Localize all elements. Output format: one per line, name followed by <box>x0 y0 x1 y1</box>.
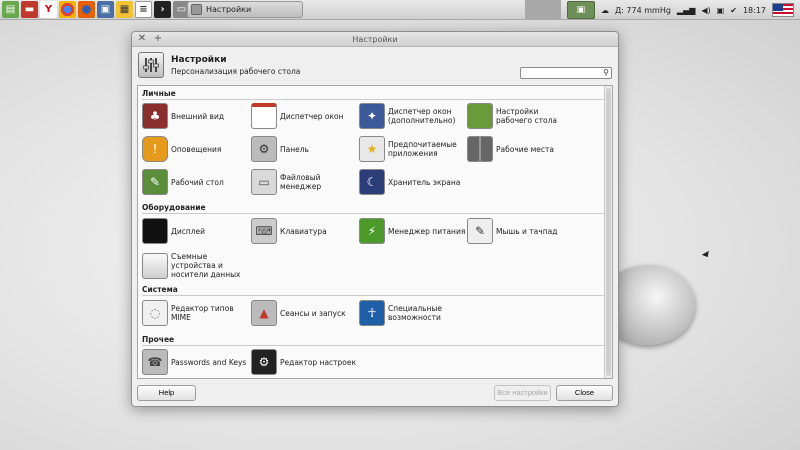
settings-item-file-manager[interactable]: ▭ Файловый менеджер <box>251 169 360 195</box>
settings-item-display[interactable]: Дисплей <box>142 218 205 244</box>
mouse-touchpad-icon: ✎ <box>467 218 493 244</box>
keyboard-layout-flag-icon[interactable] <box>772 3 794 17</box>
settings-window: ✕ + Настройки Настройки Персонализация р… <box>131 31 619 407</box>
page-subtitle: Персонализация рабочего стола <box>171 66 301 76</box>
section-other-header: Прочее <box>142 335 175 344</box>
search-icon[interactable]: ⚲ <box>603 68 609 77</box>
yandex-browser-icon[interactable]: Y <box>40 1 57 18</box>
system-tray: ▣ ☁ Д: 774 mmHg ▂▄▆ ◀) ▣ ✔ 18:17 <box>524 0 800 20</box>
settings-item-settings-editor[interactable]: ⚙ Редактор настроек <box>251 349 356 375</box>
mouse-cursor-icon <box>701 250 712 260</box>
settings-header: Настройки Персонализация рабочего стола … <box>132 47 618 83</box>
section-personal-header: Личные <box>142 89 176 98</box>
settings-item-mime-editor[interactable]: ◌ Редактор типов MIME <box>142 300 251 326</box>
notifications-icon: ! <box>142 136 168 162</box>
settings-item-desktop[interactable]: ✎ Рабочий стол <box>142 169 224 195</box>
search-input[interactable] <box>520 67 612 79</box>
section-divider <box>142 213 604 214</box>
chrome-icon[interactable] <box>59 1 76 18</box>
settings-editor-icon: ⚙ <box>251 349 277 375</box>
section-system-header: Система <box>142 285 178 294</box>
removable-drives-icon <box>142 252 168 279</box>
settings-sliders-icon <box>138 52 164 78</box>
settings-item-window-manager[interactable]: Диспетчер окон <box>251 103 344 129</box>
taskbar-window-button[interactable]: Настройки <box>187 1 303 18</box>
preferred-apps-icon: ★ <box>359 136 385 162</box>
show-desktop-icon[interactable]: ▬ <box>21 1 38 18</box>
workspaces-icon <box>467 136 493 162</box>
window-titlebar[interactable]: ✕ + Настройки <box>132 32 618 47</box>
settings-item-desktop-settings[interactable]: Настройки рабочего стола <box>467 103 576 129</box>
top-panel: ▤ ▬ Y ▣ ▦ ≡ › ▭ Настройки ▣ ☁ Д: 774 mmH… <box>0 0 800 20</box>
firefox-icon[interactable] <box>78 1 95 18</box>
help-button[interactable]: Help <box>137 385 196 401</box>
window-manager-advanced-icon: ✦ <box>359 103 385 129</box>
file-manager-icon: ▭ <box>251 169 277 195</box>
settings-item-screensaver[interactable]: ☾ Хранитель экрана <box>359 169 460 195</box>
power-manager-icon: ⚡ <box>359 218 385 244</box>
settings-panel: Личные ♣ Внешний вид Диспетчер окон ✦ Ди… <box>137 85 613 379</box>
settings-item-keyboard[interactable]: ⌨ Клавиатура <box>251 218 327 244</box>
close-icon[interactable]: ✕ <box>136 33 148 45</box>
accessibility-icon: ☥ <box>359 300 385 326</box>
close-button[interactable]: Close <box>556 385 613 401</box>
settings-window-icon <box>191 4 202 15</box>
volume-icon[interactable]: ◀) <box>701 6 710 15</box>
session-startup-icon: ▲ <box>251 300 277 326</box>
weather-readout[interactable]: Д: 774 mmHg <box>615 6 671 15</box>
desktop-settings-icon <box>467 103 493 129</box>
taskbar-window-label: Настройки <box>206 5 252 14</box>
all-settings-button[interactable]: Все настройки <box>494 385 551 401</box>
files-icon[interactable]: ▣ <box>97 1 114 18</box>
settings-item-panel[interactable]: ⚙ Панель <box>251 136 309 162</box>
screensaver-icon: ☾ <box>359 169 385 195</box>
network-signal-icon[interactable]: ▂▄▆ <box>677 6 695 15</box>
settings-item-power-manager[interactable]: ⚡ Менеджер питания <box>359 218 465 244</box>
page-title: Настройки <box>171 54 227 65</box>
vertical-scrollbar[interactable] <box>604 86 612 378</box>
text-editor-icon[interactable]: ≡ <box>135 1 152 18</box>
weather-cloud-icon[interactable]: ☁ <box>601 6 609 15</box>
clock[interactable]: 18:17 <box>743 6 766 15</box>
passwords-keys-icon: ☎ <box>142 349 168 375</box>
menu-icon[interactable]: ▤ <box>2 1 19 18</box>
settings-item-session-startup[interactable]: ▲ Сеансы и запуск <box>251 300 346 326</box>
section-hardware-header: Оборудование <box>142 203 206 212</box>
settings-item-accessibility[interactable]: ☥ Специальные возможности <box>359 300 468 326</box>
desktop-icon: ✎ <box>142 169 168 195</box>
panel-icon: ⚙ <box>251 136 277 162</box>
tray-applet-icon[interactable]: ▣ <box>566 1 595 19</box>
section-divider <box>142 345 604 346</box>
calendar-icon[interactable]: ▦ <box>116 1 133 18</box>
keyboard-icon: ⌨ <box>251 218 277 244</box>
settings-item-window-manager-advanced[interactable]: ✦ Диспетчер окон (дополнительно) <box>359 103 468 129</box>
settings-item-preferred-apps[interactable]: ★ Предпочитаемые приложения <box>359 136 468 162</box>
settings-item-appearance[interactable]: ♣ Внешний вид <box>142 103 224 129</box>
settings-item-workspaces[interactable]: Рабочие места <box>467 136 554 162</box>
notification-tray-icon[interactable]: ▣ <box>717 6 725 15</box>
scrollbar-thumb[interactable] <box>606 88 611 376</box>
display-icon <box>142 218 168 244</box>
tray-spacer <box>524 0 561 20</box>
section-divider <box>142 99 604 100</box>
settings-item-mouse-touchpad[interactable]: ✎ Мышь и тачпад <box>467 218 557 244</box>
settings-item-removable-drives[interactable]: Съемные устройства и носители данных <box>142 252 251 279</box>
mime-editor-icon: ◌ <box>142 300 168 326</box>
settings-item-passwords-keys[interactable]: ☎ Passwords and Keys <box>142 349 246 375</box>
section-divider <box>142 295 604 296</box>
window-manager-icon <box>251 103 277 129</box>
window-title: Настройки <box>352 34 398 44</box>
terminal-icon[interactable]: › <box>154 1 171 18</box>
appearance-icon: ♣ <box>142 103 168 129</box>
pin-icon[interactable]: + <box>152 33 164 45</box>
settings-item-notifications[interactable]: ! Оповещения <box>142 136 221 162</box>
update-check-icon[interactable]: ✔ <box>730 6 737 15</box>
